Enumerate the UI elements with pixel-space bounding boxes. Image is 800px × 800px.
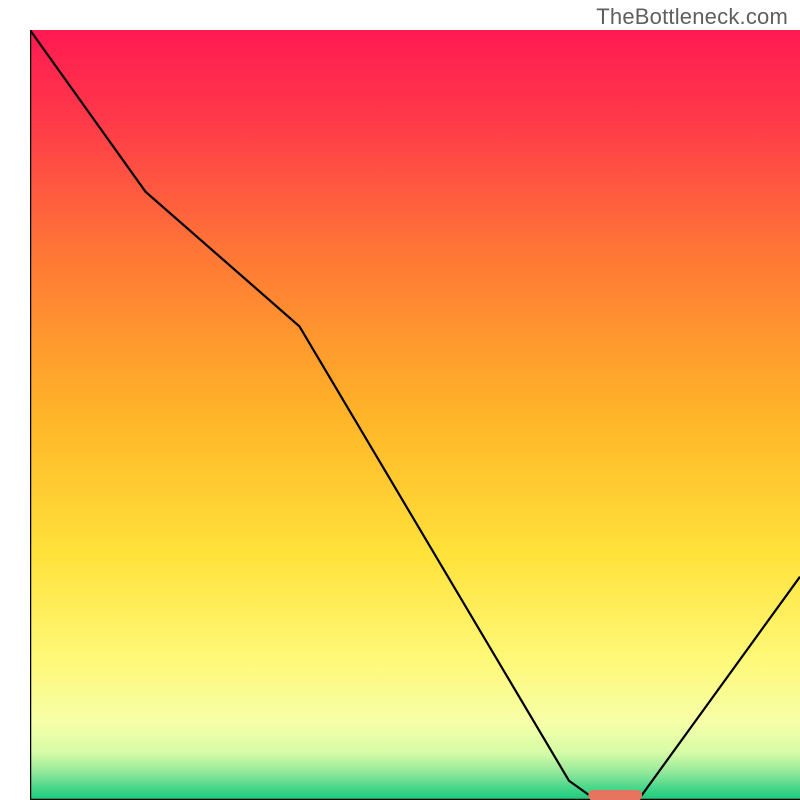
watermark-text: TheBottleneck.com: [596, 4, 788, 30]
chart: [30, 30, 800, 800]
chart-background: [30, 30, 800, 800]
highlight-pill: [588, 790, 642, 800]
